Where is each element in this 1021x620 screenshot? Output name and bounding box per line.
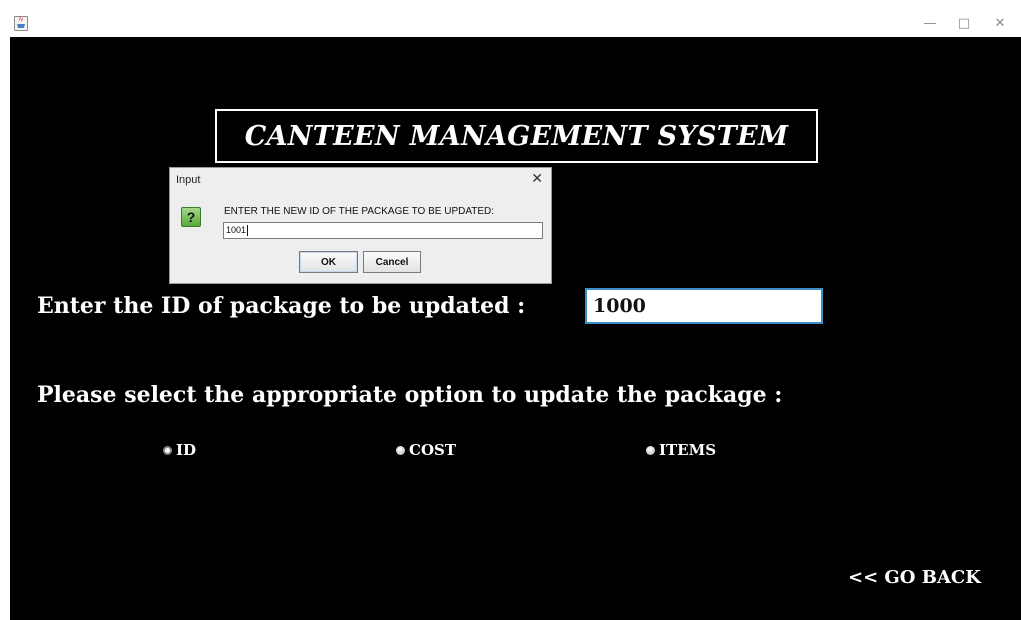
dialog-message: ENTER THE NEW ID OF THE PACKAGE TO BE UP…	[224, 206, 495, 217]
package-id-field[interactable]: 1000	[585, 288, 823, 324]
select-option-label: Please select the appropriate option to …	[37, 382, 783, 408]
radio-id[interactable]: ID	[163, 441, 196, 459]
radio-cost[interactable]: COST	[396, 441, 456, 459]
main-panel: CANTEEN MANAGEMENT SYSTEM Enter the ID o…	[10, 37, 1021, 620]
radio-circle-icon[interactable]	[646, 445, 655, 455]
radio-id-label: ID	[176, 441, 197, 459]
cancel-button[interactable]: Cancel	[363, 251, 421, 273]
radio-circle-icon[interactable]	[396, 445, 405, 455]
radio-items[interactable]: ITEMS	[646, 441, 716, 459]
new-id-input[interactable]: 1001	[223, 222, 543, 239]
page-title: CANTEEN MANAGEMENT SYSTEM	[215, 109, 818, 163]
close-icon[interactable]: ✕	[985, 12, 1015, 34]
minimize-icon[interactable]: —	[915, 12, 945, 34]
radio-cost-label: COST	[409, 441, 456, 459]
radio-circle-icon[interactable]	[163, 445, 172, 455]
question-icon: ?	[181, 207, 201, 227]
dialog-close-icon[interactable]: ✕	[531, 170, 543, 187]
dialog-title: Input	[176, 174, 201, 186]
java-icon	[14, 16, 28, 31]
window-titlebar: — □ ✕	[10, 10, 1021, 37]
radio-items-label: ITEMS	[659, 441, 717, 459]
input-dialog: Input ✕ ? ENTER THE NEW ID OF THE PACKAG…	[169, 167, 552, 284]
enter-id-label: Enter the ID of package to be updated :	[37, 293, 526, 319]
ok-button[interactable]: OK	[299, 251, 358, 273]
go-back-button[interactable]: << GO BACK	[848, 567, 981, 588]
maximize-icon[interactable]: □	[949, 12, 979, 34]
